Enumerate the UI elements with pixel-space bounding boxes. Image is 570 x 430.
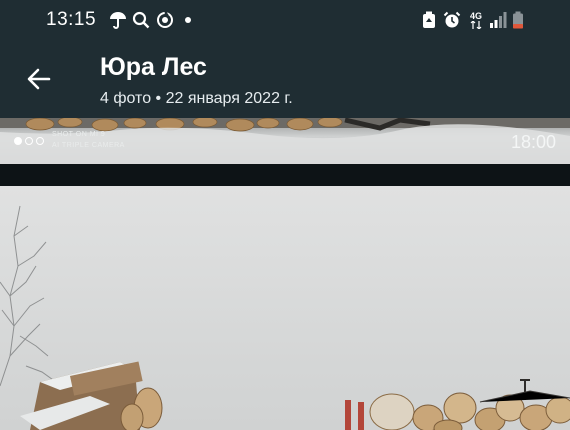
- album-title: Юра Лес: [100, 53, 207, 81]
- battery-saver-icon: [420, 10, 438, 30]
- page-dots: [14, 137, 44, 145]
- network-label: 4G: [469, 10, 482, 21]
- preview-image: [0, 118, 570, 164]
- status-time: 13:15: [46, 9, 97, 30]
- dot-icon: [182, 10, 194, 30]
- camera-watermark-line2: AI TRIPLE CAMERA: [52, 142, 125, 149]
- app-header: Юра Лес 4 фото • 22 января 2022 г.: [0, 40, 570, 118]
- album-subtitle: 4 фото • 22 января 2022 г.: [100, 90, 293, 107]
- photo-time: 18:00: [510, 132, 556, 152]
- camera-watermark-line1: SHOT ON MI 9: [52, 131, 106, 138]
- status-bar: 13:15 4G: [0, 0, 570, 40]
- sync-icon: [155, 10, 175, 30]
- search-icon: [131, 10, 151, 30]
- battery-low-icon: [510, 10, 526, 30]
- back-button[interactable]: [22, 62, 56, 96]
- main-photo[interactable]: [0, 186, 570, 430]
- network-4g-icon: 4G: [466, 10, 486, 30]
- alarm-icon: [442, 10, 462, 30]
- arrow-back-icon: [27, 68, 51, 90]
- photo-preview-strip[interactable]: SHOT ON MI 9 AI TRIPLE CAMERA 18:00: [0, 118, 570, 164]
- divider: [0, 164, 570, 186]
- umbrella-icon: [108, 10, 128, 30]
- main-photo-image: [0, 186, 570, 430]
- signal-icon: [488, 10, 508, 30]
